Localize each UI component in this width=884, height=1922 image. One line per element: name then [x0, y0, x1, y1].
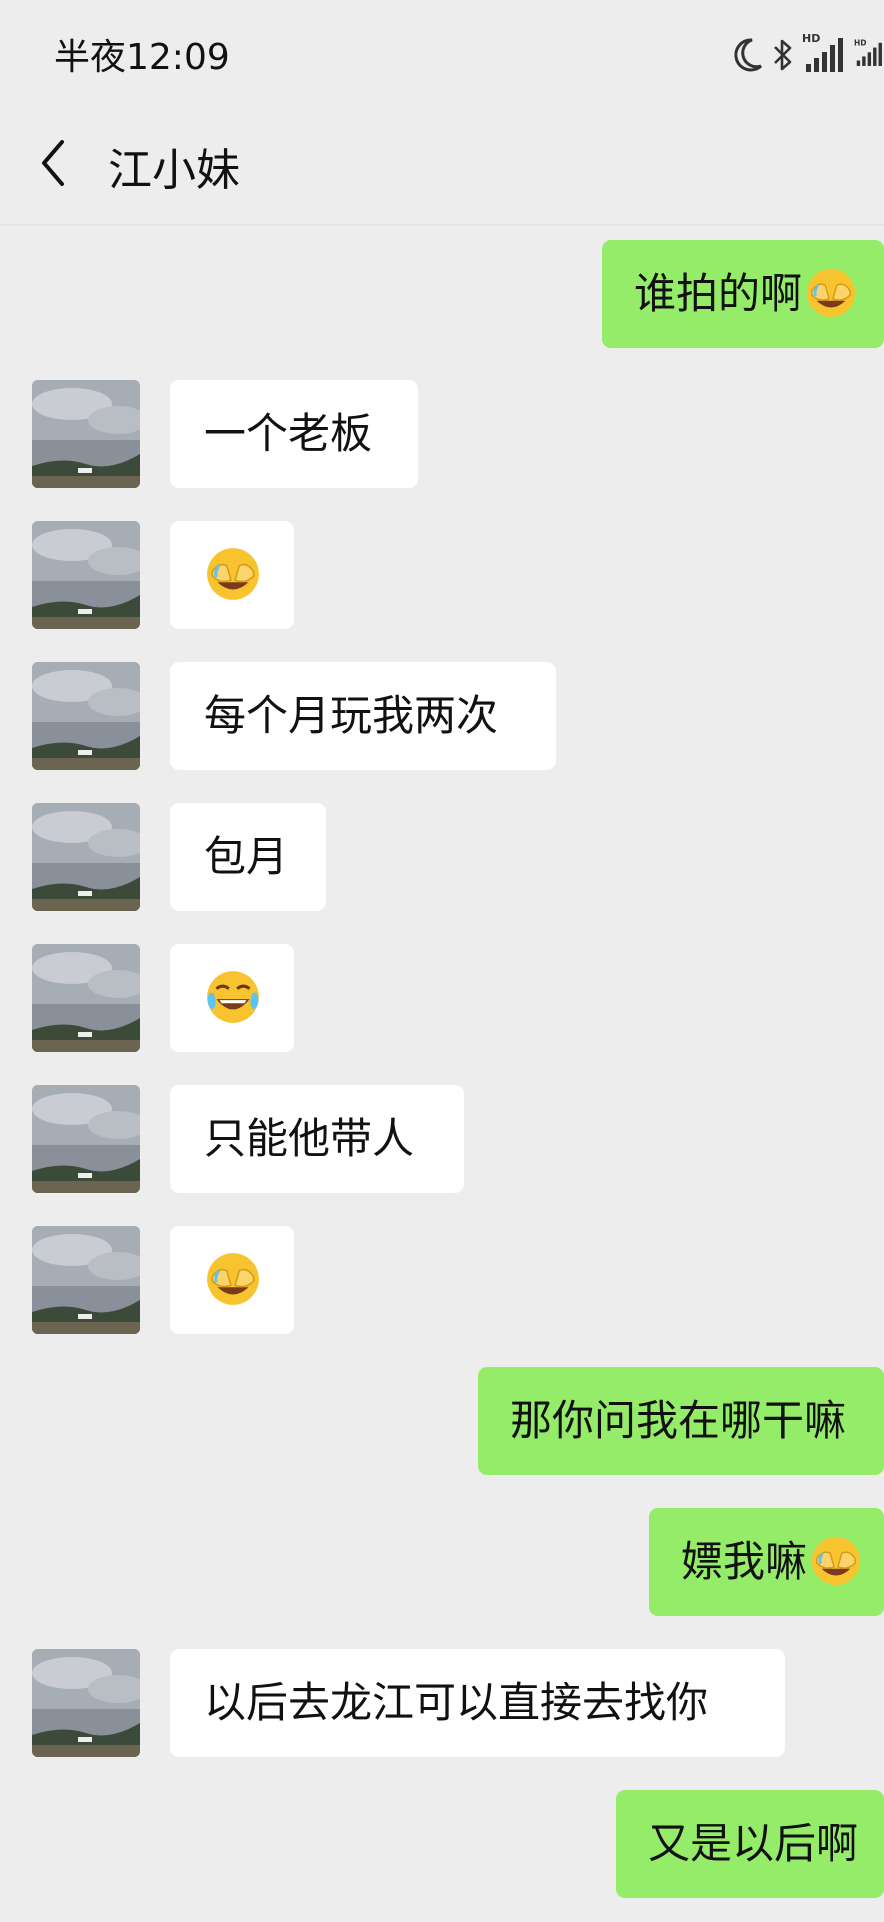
message-bubble-incoming[interactable]: [170, 1226, 294, 1334]
message-row: [0, 944, 884, 1052]
message-bubble-incoming[interactable]: 只能他带人: [170, 1085, 464, 1193]
contact-avatar[interactable]: [32, 380, 140, 488]
contact-avatar[interactable]: [32, 662, 140, 770]
facepalm-laugh-emoji-icon: [207, 1252, 259, 1305]
tears-of-joy-emoji-icon: [207, 970, 259, 1023]
contact-avatar[interactable]: [32, 1226, 140, 1334]
message-bubble-incoming[interactable]: 每个月玩我两次: [170, 662, 556, 770]
message-row: 一个老板: [0, 380, 884, 488]
message-bubble-incoming[interactable]: [170, 521, 294, 629]
message-bubble-outgoing[interactable]: 那你问我在哪干嘛: [478, 1367, 884, 1475]
message-row: 那你问我在哪干嘛: [0, 1367, 884, 1475]
message-bubble-outgoing[interactable]: 谁拍的啊: [602, 240, 884, 348]
signal-hd-icon-2: HD: [854, 39, 882, 66]
status-icons: HD HD: [730, 28, 884, 74]
message-row: 每个月玩我两次: [0, 662, 884, 770]
header-divider: [0, 224, 884, 226]
message-row: 嫖我嘛: [0, 1508, 884, 1616]
do-not-disturb-moon-icon: [734, 38, 763, 72]
signal-hd-icon: HD: [802, 32, 843, 72]
message-row: [0, 1226, 884, 1334]
facepalm-laugh-emoji-icon: [207, 547, 259, 600]
contact-avatar[interactable]: [32, 521, 140, 629]
message-text: 包月: [204, 832, 289, 881]
message-row: 只能他带人: [0, 1085, 884, 1193]
contact-avatar[interactable]: [32, 1649, 140, 1757]
message-row: [0, 521, 884, 629]
message-text: 谁拍的啊: [634, 269, 803, 318]
status-bar: 半夜12:09 HD HD: [0, 0, 884, 100]
facepalm-laugh-emoji-icon: [806, 268, 856, 317]
status-time: 半夜12:09: [54, 37, 230, 78]
back-arrow-icon[interactable]: [36, 136, 70, 190]
contact-avatar[interactable]: [32, 1085, 140, 1193]
hd-label-2: HD: [854, 39, 867, 48]
message-row: 又是以后啊: [0, 1790, 884, 1898]
message-row: 谁拍的啊: [0, 240, 884, 348]
message-bubble-outgoing[interactable]: 又是以后啊: [616, 1790, 884, 1898]
message-bubble-outgoing[interactable]: 嫖我嘛: [649, 1508, 884, 1616]
chat-title: 江小妹: [108, 145, 240, 196]
hd-label: HD: [802, 32, 820, 45]
bluetooth-icon: [774, 39, 792, 71]
message-text: 以后去龙江可以直接去找你: [204, 1678, 709, 1727]
message-row: 包月: [0, 803, 884, 911]
message-bubble-incoming[interactable]: 包月: [170, 803, 326, 911]
message-text: 嫖我嘛: [681, 1537, 808, 1586]
message-bubble-incoming[interactable]: 以后去龙江可以直接去找你: [170, 1649, 785, 1757]
message-text: 每个月玩我两次: [204, 691, 499, 740]
message-text: 只能他带人: [204, 1114, 415, 1163]
contact-avatar[interactable]: [32, 944, 140, 1052]
message-text: 那你问我在哪干嘛: [510, 1396, 847, 1445]
facepalm-laugh-emoji-icon: [811, 1536, 861, 1585]
message-bubble-incoming[interactable]: [170, 944, 294, 1052]
message-text: 一个老板: [204, 409, 373, 458]
message-row: 以后去龙江可以直接去找你: [0, 1649, 884, 1757]
message-bubble-incoming[interactable]: 一个老板: [170, 380, 418, 488]
chat-header: 江小妹: [0, 100, 884, 226]
message-text: 又是以后啊: [648, 1819, 859, 1868]
contact-avatar[interactable]: [32, 803, 140, 911]
